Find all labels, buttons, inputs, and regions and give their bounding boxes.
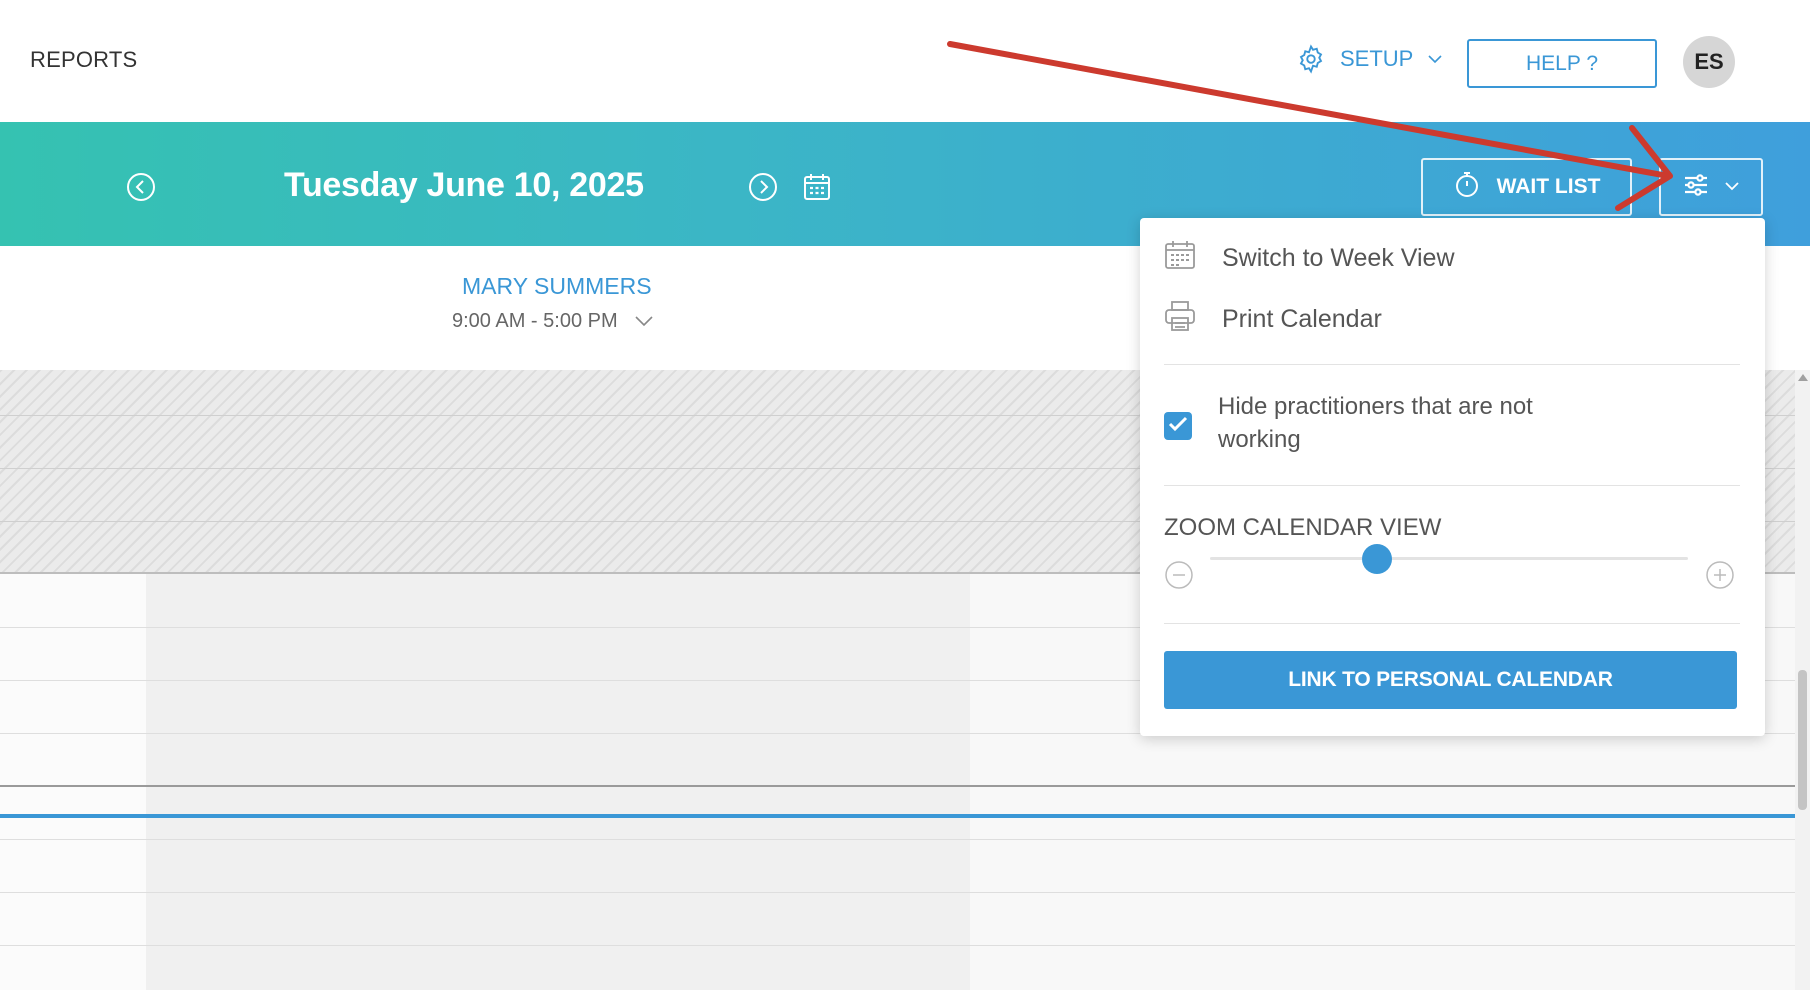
calendar-scrollbar[interactable] [1795, 370, 1810, 990]
zoom-slider-thumb[interactable] [1362, 544, 1393, 574]
hide-practitioners-label[interactable]: Hide practitioners that are not working [1218, 390, 1618, 456]
current-time-indicator [0, 814, 1795, 818]
checkmark-icon [1168, 416, 1188, 437]
scroll-thumb[interactable] [1798, 670, 1807, 810]
chevron-down-icon [1427, 54, 1443, 64]
calendar-icon [1164, 240, 1196, 277]
user-avatar[interactable]: ES [1683, 36, 1735, 88]
calendar-picker-icon[interactable] [802, 172, 832, 207]
switch-to-week-view-label: Switch to Week View [1222, 244, 1455, 272]
time-gridline [0, 839, 1795, 840]
menu-divider [1164, 485, 1740, 486]
setup-menu-button[interactable]: SETUP [1296, 44, 1443, 74]
reports-nav-link[interactable]: REPORTS [30, 47, 137, 73]
menu-divider [1164, 623, 1740, 624]
wait-list-button[interactable]: WAIT LIST [1421, 158, 1632, 216]
settings-gear-icon [1296, 44, 1326, 74]
hour-gridline [0, 785, 1795, 787]
time-column [0, 574, 146, 990]
hide-practitioners-checkbox[interactable] [1164, 412, 1192, 440]
zoom-out-minus-icon[interactable] [1164, 560, 1194, 595]
print-calendar-item[interactable]: Print Calendar [1164, 300, 1382, 339]
time-gridline [0, 945, 1795, 946]
help-button[interactable]: HELP ? [1467, 39, 1657, 88]
switch-to-week-view-item[interactable]: Switch to Week View [1164, 240, 1455, 277]
practitioner-name[interactable]: MARY SUMMERS [462, 273, 652, 300]
calendar-options-dropdown: Switch to Week View Print Calendar Hide … [1140, 218, 1765, 736]
chevron-down-icon [1724, 178, 1740, 196]
practitioner-hours-dropdown[interactable]: 9:00 AM - 5:00 PM [452, 310, 654, 333]
calendar-options-button[interactable] [1659, 158, 1763, 216]
zoom-in-plus-icon[interactable] [1705, 560, 1735, 595]
next-day-icon[interactable] [748, 172, 778, 207]
setup-label: SETUP [1340, 46, 1414, 71]
link-to-personal-calendar-button[interactable]: LINK TO PERSONAL CALENDAR [1164, 651, 1737, 709]
scroll-up-arrow-icon[interactable] [1798, 374, 1808, 381]
printer-icon [1164, 300, 1196, 339]
print-calendar-label: Print Calendar [1222, 305, 1382, 333]
chevron-down-icon [634, 310, 654, 333]
menu-divider [1164, 364, 1740, 365]
top-navigation-bar: REPORTS SETUP HELP ? ES [0, 0, 1810, 122]
zoom-calendar-label: ZOOM CALENDAR VIEW [1164, 514, 1442, 541]
practitioner-day-column[interactable] [146, 574, 970, 990]
previous-day-icon[interactable] [126, 172, 156, 207]
practitioner-hours: 9:00 AM - 5:00 PM [452, 310, 618, 332]
scheduler-page: REPORTS SETUP HELP ? ES Tuesday June 10,… [0, 0, 1810, 990]
stopwatch-icon [1453, 170, 1481, 204]
wait-list-label: WAIT LIST [1496, 175, 1601, 198]
current-date-title: Tuesday June 10, 2025 [284, 166, 644, 204]
time-gridline [0, 892, 1795, 893]
sliders-icon [1682, 171, 1710, 204]
zoom-slider-track[interactable] [1210, 557, 1688, 560]
